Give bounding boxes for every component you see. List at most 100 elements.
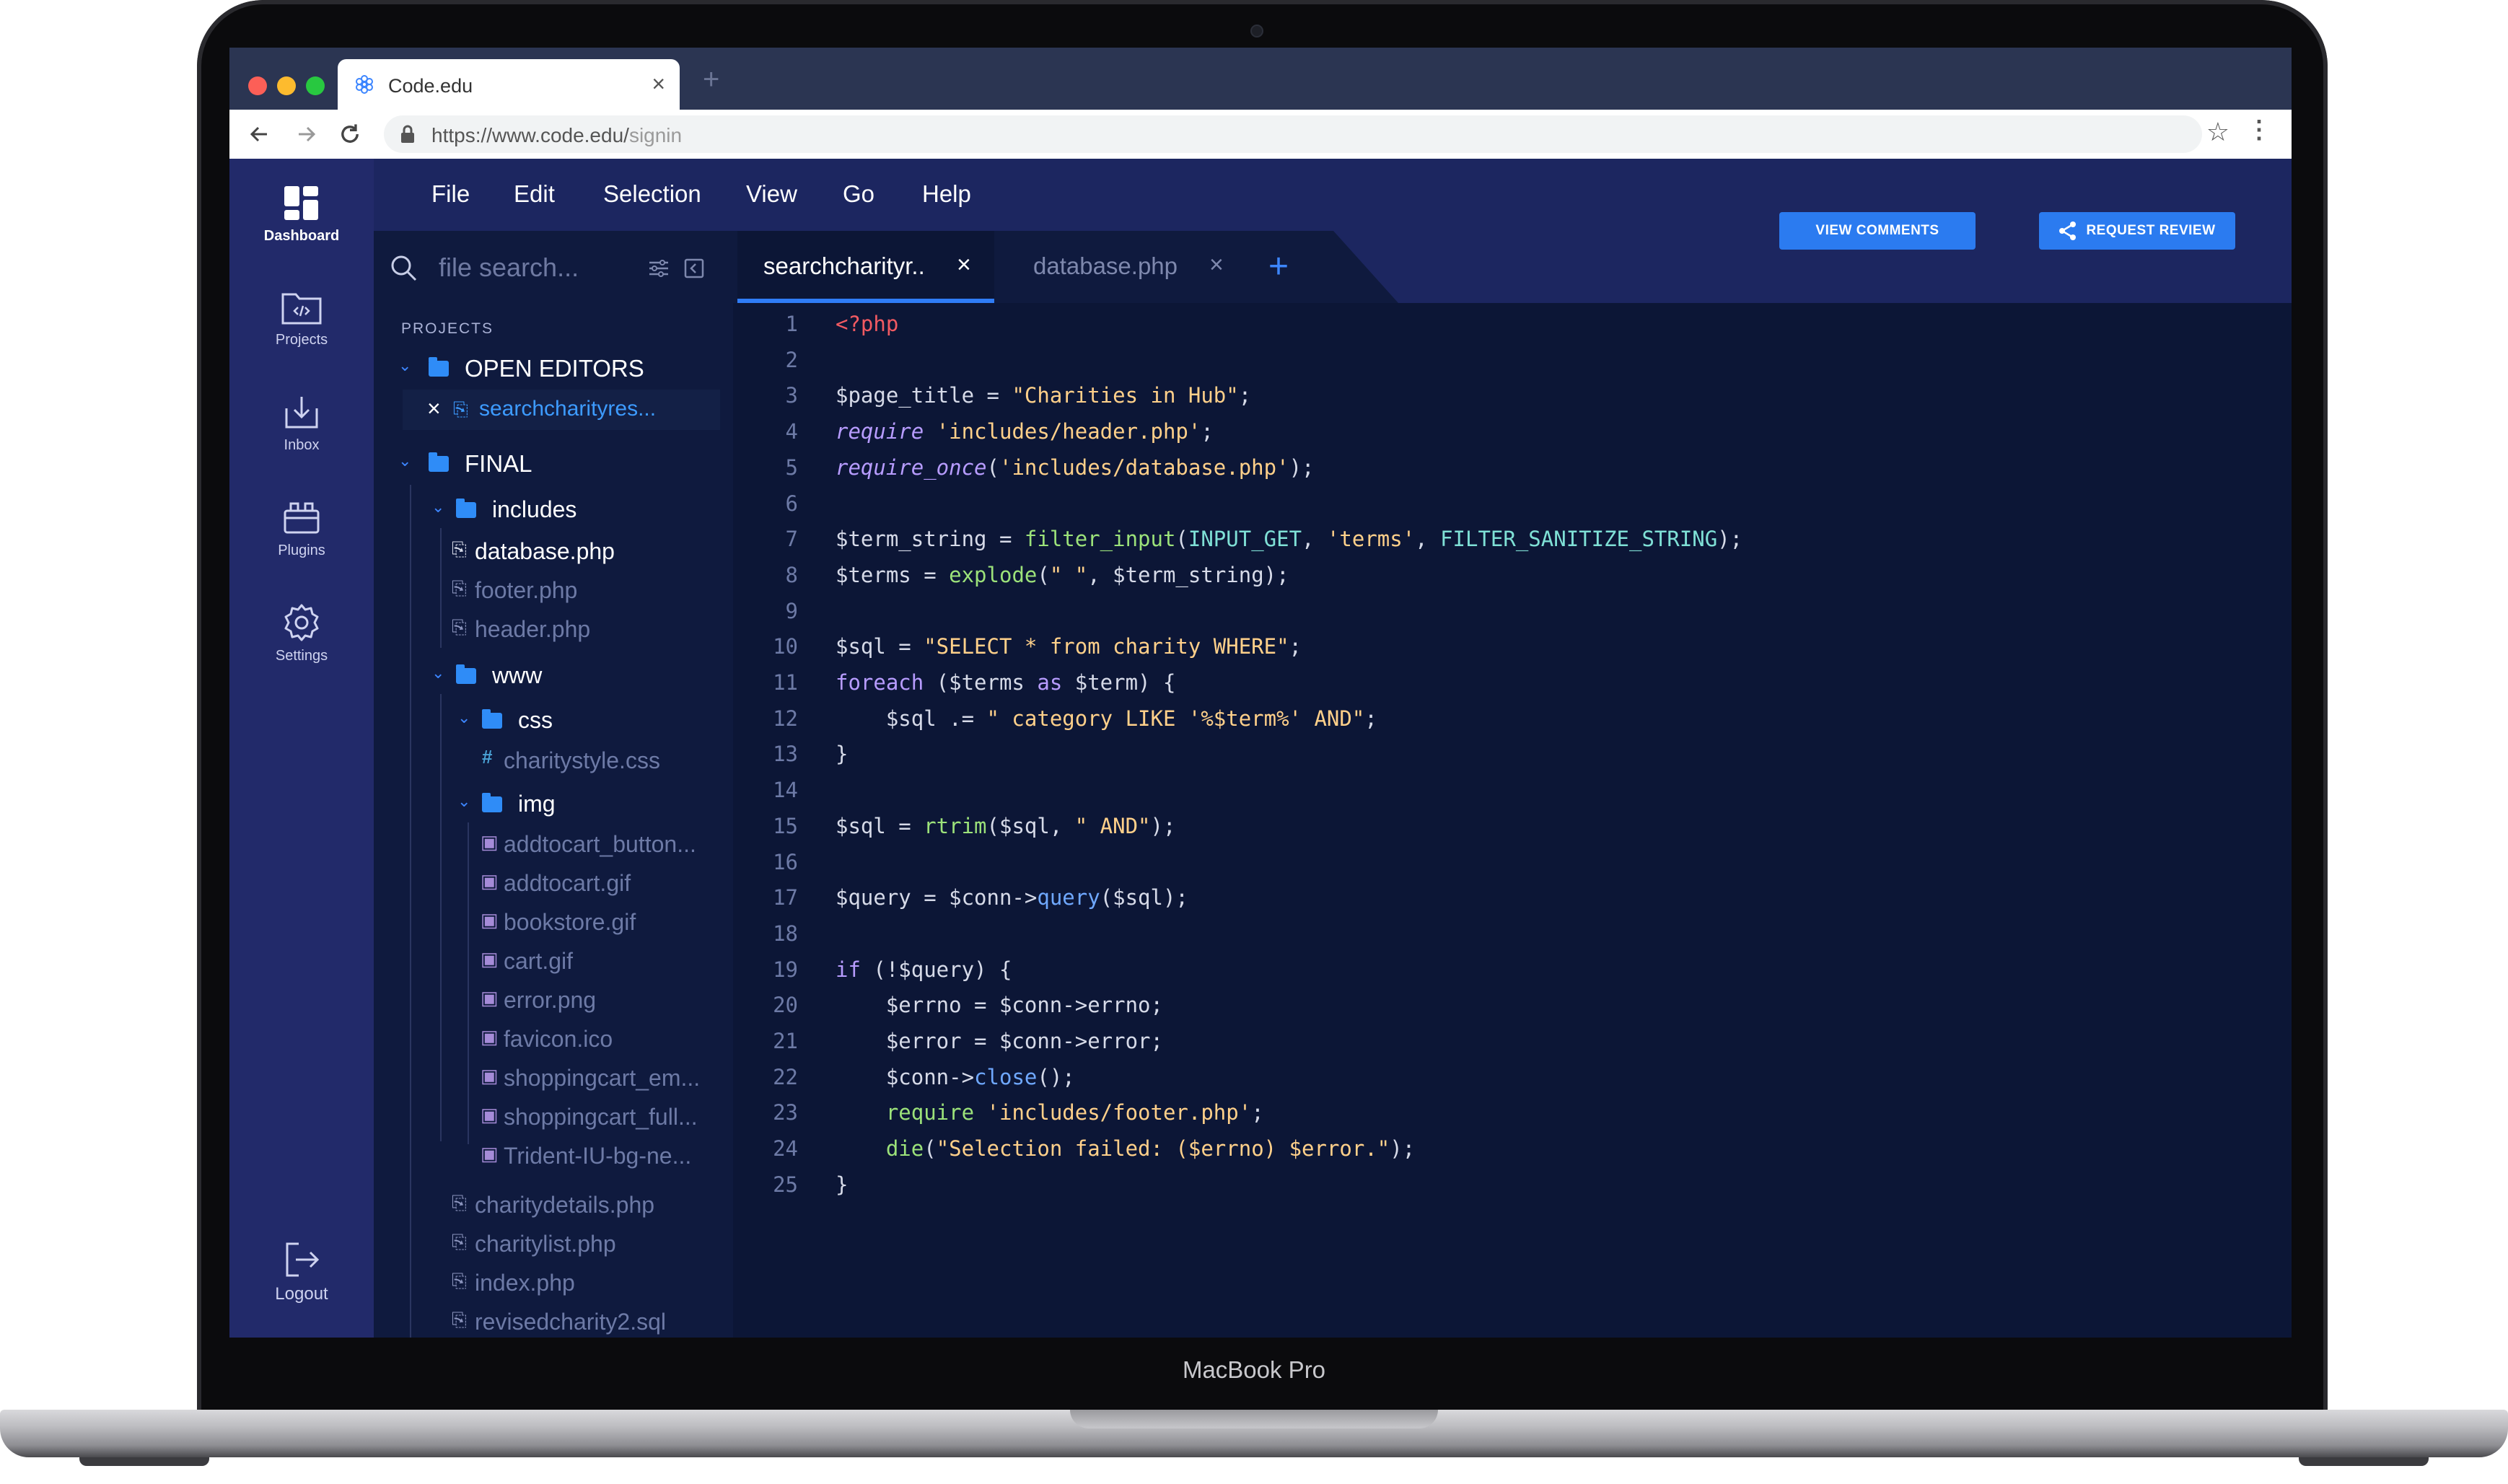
- close-window-button[interactable]: [248, 76, 267, 95]
- back-arrow-icon[interactable]: [248, 120, 270, 149]
- folder-icon: [482, 709, 502, 729]
- lock-icon: [401, 125, 414, 143]
- browser-tabstrip: Code.edu × +: [229, 48, 2292, 110]
- browser-menu-icon[interactable]: ⋮: [2247, 115, 2271, 144]
- forward-arrow-icon[interactable]: [296, 120, 317, 149]
- code-text: }: [836, 1172, 848, 1197]
- code-token: $errno = $conn->errno;: [836, 993, 1163, 1018]
- code-token: "SELECT * from charity WHERE": [924, 634, 1289, 659]
- folder-img-row[interactable]: ⌄ img: [374, 788, 733, 820]
- tab-close-icon[interactable]: ×: [957, 251, 971, 279]
- open-editor-item[interactable]: × ⎘ searchcharityres...: [403, 390, 720, 430]
- tab-searchcharity[interactable]: searchcharityr.. ×: [737, 231, 994, 303]
- url-omnibox[interactable]: https://www.code.edu/signin: [384, 115, 2202, 153]
- menu-selection[interactable]: Selection: [603, 180, 701, 208]
- code-token: as: [1037, 670, 1063, 695]
- rail-item-projects[interactable]: Projects: [229, 289, 374, 348]
- line-number: 15: [773, 813, 798, 838]
- code-line: 25}: [733, 1172, 2292, 1208]
- file-row[interactable]: # charitystyle.css: [374, 743, 733, 776]
- image-file-row[interactable]: ▣ bookstore.gif: [374, 905, 733, 938]
- code-token: (: [1175, 527, 1188, 552]
- collapse-panel-icon[interactable]: [684, 258, 704, 278]
- image-file-row[interactable]: ▣ shoppingcart_em...: [374, 1061, 733, 1094]
- logout-label: Logout: [275, 1284, 328, 1304]
- file-row[interactable]: ⎘ charitylist.php: [374, 1226, 733, 1260]
- code-text: if (!$query) {: [836, 957, 1012, 982]
- line-number: 1: [785, 312, 798, 336]
- menu-help[interactable]: Help: [922, 180, 971, 208]
- rail-item-inbox[interactable]: Inbox: [229, 394, 374, 454]
- folder-icon: [429, 357, 449, 377]
- code-line: 7 $term_string = filter_input(INPUT_GET, …: [733, 527, 2292, 563]
- menu-edit[interactable]: Edit: [514, 180, 555, 208]
- maximize-window-button[interactable]: [306, 76, 325, 95]
- line-number: 2: [785, 347, 798, 372]
- explorer-sidebar: PROJECTS ⌄ OPEN EDITORS × ⎘ searchcharit…: [374, 303, 733, 1338]
- reload-icon[interactable]: [338, 120, 362, 149]
- browser-tab-close-icon[interactable]: ×: [652, 71, 665, 97]
- folder-www-row[interactable]: ⌄ www: [374, 659, 733, 691]
- folder-icon: [429, 452, 449, 472]
- code-token: "Selection failed: ($errno) $error.": [936, 1136, 1390, 1162]
- rail-label: Settings: [275, 648, 328, 664]
- code-editor[interactable]: 1 <?php 2 3 $page_title = "Charities in Hub"…: [733, 303, 2292, 1338]
- file-row[interactable]: ⎘ charitydetails.php: [374, 1187, 733, 1221]
- code-token: foreach: [836, 670, 924, 695]
- rail-item-settings[interactable]: Settings: [229, 603, 374, 664]
- line-number: 9: [785, 598, 798, 623]
- image-file-row[interactable]: ▣ error.png: [374, 983, 733, 1016]
- close-icon[interactable]: ×: [427, 395, 441, 422]
- file-row[interactable]: ⎘ database.php: [374, 534, 733, 567]
- code-text: require 'includes/header.php';: [836, 419, 1214, 444]
- php-file-icon: ⎘: [453, 398, 468, 420]
- folder-label: includes: [492, 496, 577, 522]
- image-file-row[interactable]: ▣ favicon.ico: [374, 1022, 733, 1055]
- file-search[interactable]: file search...: [374, 231, 733, 303]
- project-final-row[interactable]: ⌄ FINAL: [374, 447, 733, 479]
- folder-includes-row[interactable]: ⌄ includes: [374, 493, 733, 525]
- code-token: require_once: [836, 455, 987, 480]
- code-line: 3 $page_title = "Charities in Hub";: [733, 383, 2292, 419]
- tab-close-icon[interactable]: ×: [1209, 251, 1224, 279]
- image-file-row[interactable]: ▣ Trident-IU-bg-ne...: [374, 1138, 733, 1172]
- code-text: $error = $conn->error;: [836, 1029, 1163, 1053]
- add-tab-button[interactable]: +: [1268, 247, 1289, 286]
- request-review-button[interactable]: REQUEST REVIEW: [2039, 212, 2235, 250]
- image-file-icon: ▣: [481, 1065, 499, 1086]
- file-name: error.png: [504, 987, 597, 1013]
- view-comments-label: VIEW COMMENTS: [1815, 223, 1939, 238]
- inbox-icon: [285, 397, 318, 429]
- bookmark-star-icon[interactable]: ☆: [2206, 117, 2229, 147]
- file-row[interactable]: ⎘ header.php: [374, 612, 733, 645]
- image-file-row[interactable]: ▣ cart.gif: [374, 944, 733, 977]
- view-comments-button[interactable]: VIEW COMMENTS: [1779, 212, 1976, 250]
- rail-item-plugins[interactable]: Plugins: [229, 499, 374, 559]
- code-token: );: [1150, 813, 1176, 838]
- code-text: require_once('includes/database.php');: [836, 455, 1314, 480]
- menu-go[interactable]: Go: [843, 180, 874, 208]
- code-token: }: [836, 1172, 849, 1197]
- file-row[interactable]: ⎘ revisedcharity2.sql: [374, 1304, 733, 1338]
- image-file-icon: ▣: [481, 870, 499, 892]
- laptop-base-notch: [1070, 1410, 1438, 1428]
- logout-button[interactable]: Logout: [229, 1241, 374, 1304]
- folder-css-row[interactable]: ⌄ css: [374, 704, 733, 736]
- rail-item-dashboard[interactable]: Dashboard: [229, 185, 374, 245]
- image-file-row[interactable]: ▣ addtocart.gif: [374, 866, 733, 899]
- minimize-window-button[interactable]: [277, 76, 296, 95]
- image-file-row[interactable]: ▣ addtocart_button...: [374, 827, 733, 860]
- browser-tab[interactable]: Code.edu ×: [338, 59, 680, 110]
- code-token: $term_string =: [836, 527, 1025, 552]
- menu-view[interactable]: View: [746, 180, 797, 208]
- filter-sliders-icon[interactable]: [648, 258, 670, 278]
- menu-file[interactable]: File: [431, 180, 470, 208]
- new-browser-tab-button[interactable]: +: [703, 63, 719, 96]
- tab-database[interactable]: database.php ×: [1007, 231, 1253, 303]
- file-row[interactable]: ⎘ index.php: [374, 1265, 733, 1299]
- open-editors-row[interactable]: ⌄ OPEN EDITORS: [374, 352, 733, 384]
- image-file-row[interactable]: ▣ shoppingcart_full...: [374, 1099, 733, 1133]
- codeedu-favicon-icon: [356, 75, 373, 94]
- address-bar: https://www.code.edu/signin ☆ ⋮: [229, 110, 2292, 159]
- file-row[interactable]: ⎘ footer.php: [374, 573, 733, 606]
